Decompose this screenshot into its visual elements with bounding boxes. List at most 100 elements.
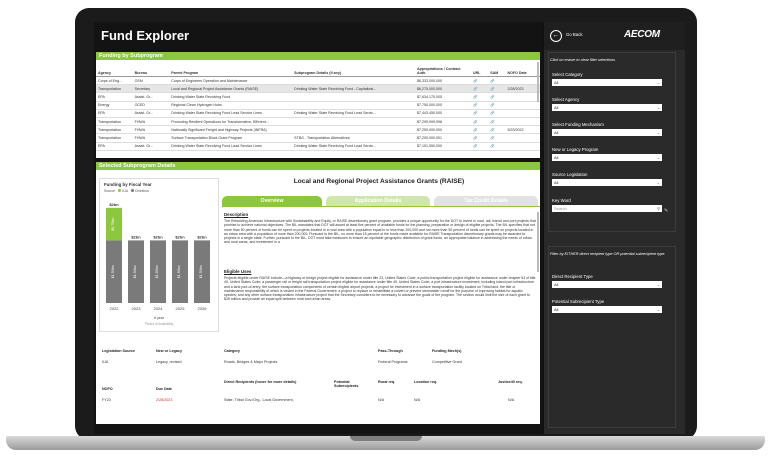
funding-chart: Funding by Fiscal Year Source IIJA Omnib… bbox=[99, 178, 219, 332]
x-axis-label: # year bbox=[154, 316, 165, 320]
legislation-source-value: IIJA bbox=[102, 360, 109, 364]
table-row[interactable]: Transportation Secretary Local and Regiona… bbox=[96, 84, 540, 94]
url-link-icon[interactable]: 🔗 bbox=[471, 125, 489, 135]
eraser-icon[interactable]: ✎ bbox=[664, 208, 668, 214]
table-row[interactable]: EPA Assist. Gr... Drinking Water State Rev… bbox=[96, 109, 540, 118]
table-cell: Energy bbox=[96, 101, 133, 110]
sam-link-icon[interactable]: 🔗 bbox=[488, 125, 506, 135]
description-text: The Rebuilding American Infrastructure w… bbox=[224, 219, 536, 245]
chevron-down-icon: ⌄ bbox=[656, 130, 660, 135]
filter-new-or-legacy-program: New or Legacy Program All ⌄ bbox=[552, 147, 670, 161]
table-cell: STBG - Transportation Alternatives bbox=[292, 133, 415, 143]
table-cell: Transportation bbox=[96, 117, 133, 127]
url-link-icon[interactable]: 🔗 bbox=[471, 133, 489, 143]
table-cell: Regional Clean Hydrogen Hubs bbox=[169, 101, 293, 110]
filter-dropdown[interactable]: All ⌄ bbox=[552, 79, 662, 86]
filter-label: Direct Recipient Type bbox=[552, 274, 593, 279]
table-cell bbox=[505, 133, 540, 143]
description-title: Description bbox=[224, 212, 249, 217]
table-cell: Assist. Gr... bbox=[132, 109, 170, 118]
table-scrollbar[interactable] bbox=[537, 62, 539, 102]
table-cell: 2/28/2023 bbox=[505, 84, 540, 94]
column-header[interactable]: SAM bbox=[488, 60, 506, 77]
potential-subrecipients-label: Potential Subrecipients bbox=[334, 380, 359, 388]
url-link-icon[interactable]: 🔗 bbox=[471, 92, 489, 102]
table-cell bbox=[292, 76, 415, 86]
table-row[interactable]: Transportation FHWA Surface Transportation… bbox=[96, 133, 540, 143]
sam-link-icon[interactable]: 🔗 bbox=[488, 92, 506, 102]
tab-overview[interactable]: Overview bbox=[222, 196, 322, 206]
table-cell bbox=[292, 101, 415, 110]
keyword-search-input[interactable]: Search ⚲ bbox=[552, 205, 662, 212]
column-header[interactable]: Agency bbox=[96, 60, 133, 77]
table-cell bbox=[505, 76, 540, 86]
chevron-down-icon: ⌄ bbox=[656, 155, 660, 160]
table-cell: $7,200,000,001 bbox=[414, 133, 471, 143]
table-row[interactable]: Transportation FHWA Promoting Resilient Op… bbox=[96, 117, 540, 127]
table-row[interactable]: EPA Assist. Gr... Drinking Water State Rev… bbox=[96, 142, 540, 151]
filter-value: All bbox=[554, 180, 559, 185]
bar-value-label: $1.50bn bbox=[133, 265, 137, 278]
new-or-legacy-value: Legacy, revised bbox=[156, 360, 182, 364]
table-row[interactable]: Transportation FHWA Nationally Significant… bbox=[96, 125, 540, 135]
filter-dropdown[interactable]: All ⌄ bbox=[552, 129, 662, 136]
filter-select-category: Select Category All ⌄ bbox=[552, 72, 670, 86]
table-cell bbox=[292, 125, 415, 135]
tab-underline bbox=[222, 206, 540, 207]
sam-link-icon[interactable]: 🔗 bbox=[488, 109, 506, 118]
url-link-icon[interactable]: 🔗 bbox=[471, 101, 489, 110]
column-header[interactable]: Subprogram Details (if any) bbox=[292, 60, 415, 77]
aecom-logo: AECOM bbox=[624, 29, 660, 40]
sam-link-icon[interactable]: 🔗 bbox=[488, 101, 506, 110]
tab-tax-credit-details[interactable]: Tax Credit Details bbox=[434, 196, 538, 206]
filter-dropdown[interactable]: All ⌄ bbox=[552, 179, 662, 186]
back-arrow-icon[interactable]: ← bbox=[550, 30, 562, 42]
table-cell: Drinking Water State Revolving Fund Lead… bbox=[169, 142, 293, 151]
chevron-down-icon: ⌄ bbox=[656, 282, 660, 287]
column-header[interactable]: URL bbox=[471, 60, 489, 77]
chart-svg: $1.50bn $0.78bn $2bn 2022 $1.50bn $2bn 2023 $1.… bbox=[106, 202, 210, 326]
table-cell bbox=[505, 101, 540, 110]
table-row[interactable]: Corps of Eng... OSM Corps of Engineers Ope… bbox=[96, 76, 540, 86]
sam-link-icon[interactable]: 🔗 bbox=[488, 117, 506, 127]
table-cell bbox=[505, 142, 540, 151]
table-row[interactable]: EPA Assist. Gr... Drinking Water State Rev… bbox=[96, 92, 540, 102]
table-header-row: Agency Bureau Parent Program Subprogram Det… bbox=[96, 60, 540, 77]
filter-value: All bbox=[554, 155, 559, 160]
sam-link-icon[interactable]: 🔗 bbox=[488, 142, 506, 151]
column-header[interactable]: Parent Program bbox=[169, 60, 293, 77]
sam-link-icon[interactable]: 🔗 bbox=[488, 84, 506, 94]
filter-dropdown[interactable]: All ⌄ bbox=[552, 281, 662, 288]
filter-dropdown[interactable]: All ⌄ bbox=[552, 104, 662, 111]
column-header[interactable]: NOFO Date bbox=[505, 60, 540, 77]
url-link-icon[interactable]: 🔗 bbox=[471, 142, 489, 151]
chevron-down-icon: ⌄ bbox=[656, 80, 660, 85]
url-link-icon[interactable]: 🔗 bbox=[471, 84, 489, 94]
table-cell: $7,250,000,000 bbox=[414, 125, 471, 135]
rural-req-value: N/A bbox=[378, 398, 385, 402]
sam-link-icon[interactable]: 🔗 bbox=[488, 76, 506, 86]
column-header[interactable]: Bureau bbox=[132, 60, 170, 77]
detail-scrollbar[interactable] bbox=[537, 212, 539, 272]
tab-application-details[interactable]: Application Details bbox=[326, 196, 430, 206]
url-link-icon[interactable]: 🔗 bbox=[471, 117, 489, 127]
bar-value-label: $1.50bn bbox=[111, 265, 115, 278]
column-header[interactable]: Appropriations / Contract Auth. bbox=[414, 60, 471, 77]
table-cell bbox=[505, 92, 540, 102]
url-link-icon[interactable]: 🔗 bbox=[471, 76, 489, 86]
table-cell: $7,151,550,000 bbox=[414, 142, 471, 151]
table-cell: $6,275,000,000 bbox=[414, 84, 471, 94]
table-row[interactable]: Energy OCED Regional Clean Hydrogen Hubs $7… bbox=[96, 101, 540, 110]
table-cell: $7,750,000,000 bbox=[414, 101, 471, 110]
filter-dropdown[interactable]: All ⌄ bbox=[552, 306, 662, 313]
sam-link-icon[interactable]: 🔗 bbox=[488, 133, 506, 143]
url-link-icon[interactable]: 🔗 bbox=[471, 109, 489, 118]
go-back-button[interactable]: Go Back bbox=[566, 32, 582, 37]
table-cell: Drinking Water State Revolving Fund Lead… bbox=[169, 109, 293, 118]
location-req-label: Location req. bbox=[414, 380, 438, 384]
table-cell: OCED bbox=[132, 101, 170, 110]
pass-through-value: Federal Programs bbox=[378, 360, 408, 364]
filter-dropdown[interactable]: All ⌄ bbox=[552, 154, 662, 161]
table-cell: OSM bbox=[132, 76, 170, 86]
bar-total-label: $2bn bbox=[197, 234, 207, 239]
